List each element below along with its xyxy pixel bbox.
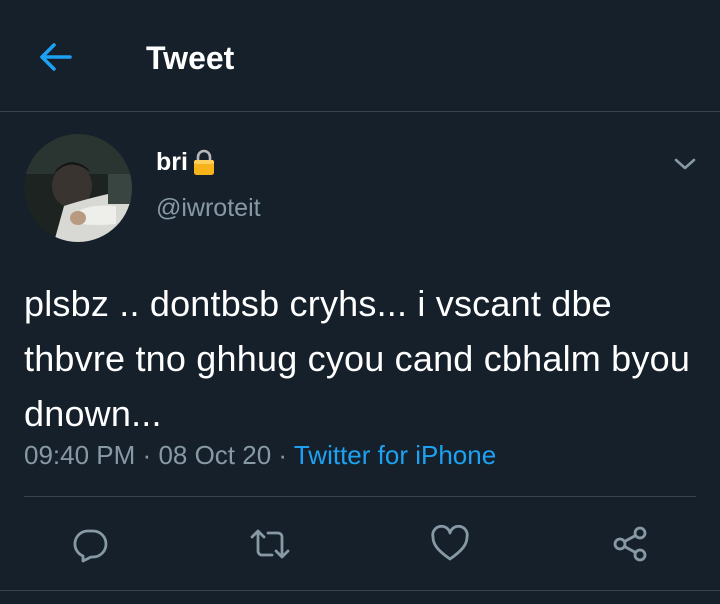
like-button[interactable] [426, 520, 474, 568]
back-button[interactable] [30, 34, 80, 80]
top-bar: Tweet [0, 0, 720, 112]
author-name[interactable]: bri [156, 146, 216, 178]
page-title: Tweet [146, 40, 235, 76]
chevron-down-icon [674, 158, 696, 170]
avatar[interactable] [24, 134, 132, 242]
share-button[interactable] [606, 520, 654, 568]
retweet-button[interactable] [246, 520, 294, 568]
tweet-menu-button[interactable] [666, 148, 704, 180]
tweet-time: 09:40 PM [24, 440, 136, 470]
reply-icon [73, 529, 108, 563]
tweet-date: 08 Oct 20 [158, 440, 272, 470]
bottom-divider [0, 590, 720, 591]
retweet-icon [250, 529, 290, 559]
meta-separator: · [278, 440, 288, 470]
reply-button[interactable] [66, 520, 114, 568]
tweet-text: plsbz .. dontbsb cryhs... i vscant dbe t… [24, 283, 691, 434]
divider [24, 496, 696, 497]
tweet-source-link[interactable]: Twitter for iPhone [294, 440, 496, 470]
author-handle[interactable]: @iwroteit [156, 192, 261, 224]
display-name-text: bri [156, 148, 188, 176]
lock-icon [193, 149, 214, 175]
arrow-left-icon [40, 43, 72, 71]
heart-icon [431, 524, 469, 561]
avatar-photo [24, 134, 132, 242]
action-bar [0, 520, 720, 568]
meta-separator: · [142, 440, 152, 470]
share-icon [613, 526, 647, 562]
tweet-meta: 09:40 PM · 08 Oct 20 · Twitter for iPhon… [24, 438, 496, 472]
